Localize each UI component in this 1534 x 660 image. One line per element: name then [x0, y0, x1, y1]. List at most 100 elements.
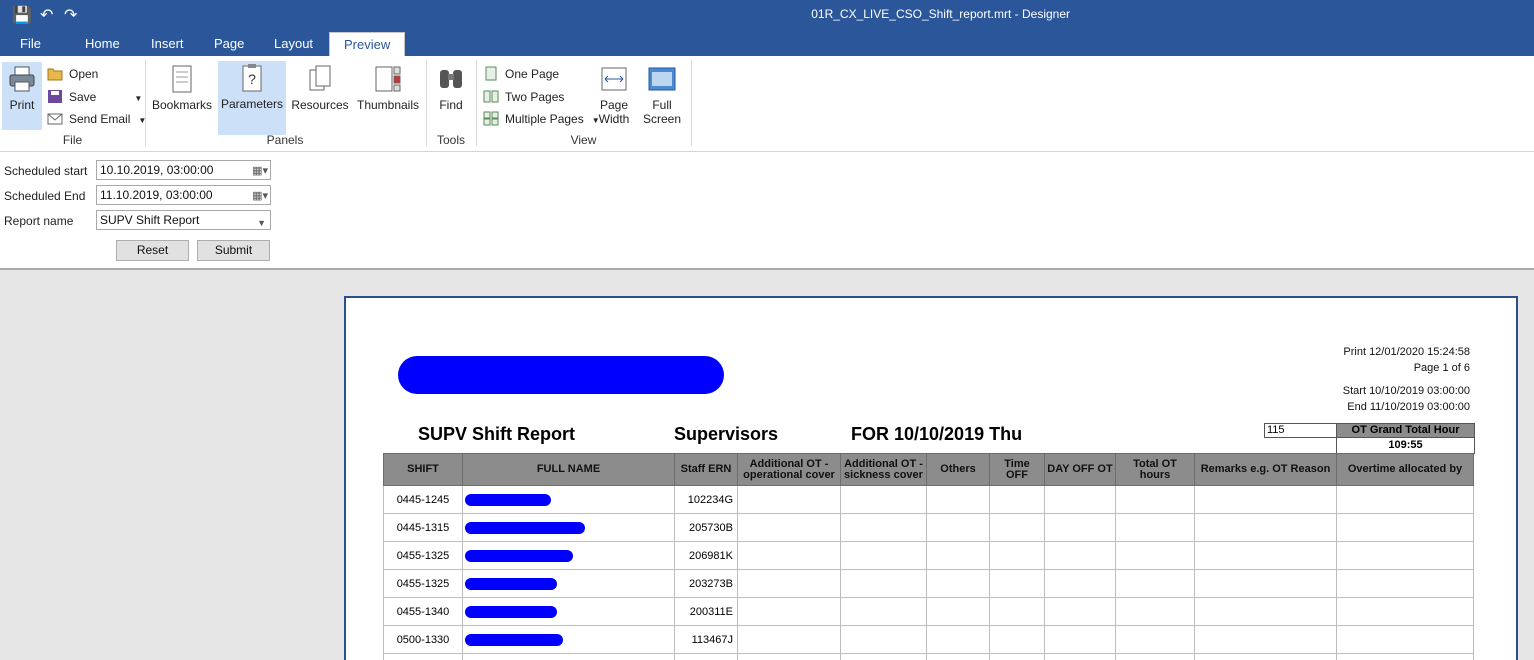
column-header: Additional OT - operational cover: [737, 453, 841, 486]
one-page-button[interactable]: One Page: [483, 64, 559, 84]
report-date: FOR 10/10/2019 Thu: [851, 424, 1023, 444]
redaction-mark: [465, 634, 563, 646]
find-button[interactable]: Find: [432, 62, 470, 130]
page-width-button[interactable]: Page Width: [594, 62, 634, 130]
window-title: 01R_CX_LIVE_CSO_Shift_report.mrt - Desig…: [811, 7, 1070, 21]
thumbnails-button[interactable]: Thumbnails: [356, 62, 420, 130]
scheduled-end-label: Scheduled End: [4, 189, 86, 203]
tab-file[interactable]: File: [6, 32, 55, 56]
end-date: End 11/10/2019 03:00:00: [1347, 401, 1470, 413]
calendar-dropdown-icon[interactable]: ▦▾: [252, 187, 268, 205]
report-name-label: Report name: [4, 214, 74, 228]
group-label-view: View: [570, 133, 597, 147]
send-email-button[interactable]: Send Email ▼: [47, 109, 146, 129]
redaction-mark: [465, 578, 557, 590]
column-header: Time OFF: [989, 453, 1045, 486]
bookmarks-button[interactable]: Bookmarks: [150, 62, 214, 130]
redacted-name-cell: [462, 597, 675, 626]
redaction-mark: [465, 550, 573, 562]
redaction-mark: [465, 606, 557, 618]
submit-button[interactable]: Submit: [197, 240, 270, 261]
save-button[interactable]: Save ▼: [47, 87, 142, 107]
full-screen-button[interactable]: Full Screen: [641, 62, 683, 130]
tab-preview[interactable]: Preview: [329, 32, 406, 57]
folder-open-icon: [47, 68, 63, 81]
resources-button[interactable]: Resources: [290, 62, 350, 130]
two-pages-icon: [483, 90, 499, 103]
shift-cell: 0500-1330: [383, 625, 463, 654]
redaction-mark: [465, 494, 551, 506]
printer-icon: [9, 66, 35, 92]
chevron-down-icon[interactable]: ▼: [134, 94, 142, 103]
calendar-dropdown-icon[interactable]: ▦▾: [252, 162, 268, 180]
group-divider: [691, 60, 692, 146]
print-button[interactable]: Print: [2, 62, 42, 130]
redacted-name-cell: [462, 541, 675, 570]
ern-cell: 102234G: [674, 485, 738, 514]
redacted-name-cell: [462, 625, 675, 654]
ern-cell: 205730B: [674, 513, 738, 542]
shift-cell: 0455-1325: [383, 569, 463, 598]
column-header: FULL NAME: [462, 453, 675, 486]
svg-text:?: ?: [248, 71, 256, 87]
ern-cell: 203273B: [674, 569, 738, 598]
parameters-icon: ?: [242, 64, 262, 92]
scheduled-start-input[interactable]: 10.10.2019, 03:00:00 ▦▾: [96, 160, 271, 180]
redacted-name-cell: [462, 485, 675, 514]
shift-cell: 0445-1245: [383, 485, 463, 514]
table-row: 0455-1340 200311E: [383, 597, 1474, 626]
report-group: Supervisors: [674, 424, 779, 444]
group-label-tools: Tools: [436, 133, 465, 147]
column-header: SHIFT: [383, 453, 463, 486]
title-bar: 💾 ↶ ↷ 01R_CX_LIVE_CSO_Shift_report.mrt -…: [0, 0, 1534, 32]
ern-cell: 113467J: [674, 625, 738, 654]
ribbon: Print Open Save ▼ Send Email ▼ File Bookma…: [0, 56, 1534, 152]
redacted-logo: [398, 356, 724, 394]
report-page: Print 12/01/2020 15:24:58 Page 1 of 6 St…: [344, 296, 1518, 660]
chevron-down-icon[interactable]: ▼: [257, 214, 266, 232]
column-header: Total OT hours: [1115, 453, 1195, 486]
table-row: 0455-1325 203273B: [383, 569, 1474, 598]
report-name-select[interactable]: SUPV Shift Report ▼: [96, 210, 271, 230]
redacted-name-cell: [462, 513, 675, 542]
shift-cell: 0455-1340: [383, 597, 463, 626]
table-header-row: SHIFT FULL NAME Staff ERN Additional OT …: [383, 453, 1474, 486]
open-button[interactable]: Open: [47, 64, 98, 84]
table-row: 0445-1315 205730B: [383, 513, 1474, 542]
group-label-panels: Panels: [266, 133, 304, 147]
ot-grand-total-value: 109:55: [1336, 438, 1475, 454]
tab-page[interactable]: Page: [200, 32, 258, 56]
shift-cell: 0445-1315: [383, 513, 463, 542]
tab-layout[interactable]: Layout: [260, 32, 327, 56]
tab-insert[interactable]: Insert: [137, 32, 198, 56]
bookmarks-icon: [172, 65, 192, 93]
print-timestamp: Print 12/01/2020 15:24:58: [1343, 346, 1470, 358]
redacted-name-cell: [462, 569, 675, 598]
column-header: DAY OFF OT: [1044, 453, 1116, 486]
column-header: Remarks e.g. OT Reason: [1194, 453, 1337, 486]
parameters-panel: Scheduled start 10.10.2019, 03:00:00 ▦▾ …: [0, 152, 1534, 270]
redaction-mark: [465, 522, 585, 534]
column-header: Overtime allocated by: [1336, 453, 1474, 486]
parameters-button[interactable]: ? Parameters: [218, 61, 286, 135]
reset-button[interactable]: Reset: [116, 240, 189, 261]
multiple-pages-button[interactable]: Multiple Pages ▼: [483, 109, 600, 129]
multiple-pages-icon: [483, 111, 499, 126]
full-screen-icon: [648, 67, 676, 91]
ern-cell: 206981K: [674, 541, 738, 570]
two-pages-button[interactable]: Two Pages: [483, 87, 564, 107]
scheduled-start-label: Scheduled start: [4, 164, 88, 178]
page-width-icon: [601, 67, 627, 91]
shift-table: SHIFT FULL NAME Staff ERN Additional OT …: [383, 453, 1474, 660]
scheduled-end-input[interactable]: 11.10.2019, 03:00:00 ▦▾: [96, 185, 271, 205]
column-header: Staff ERN: [674, 453, 738, 486]
shift-cell: 0455-1325: [383, 541, 463, 570]
page-indicator: Page 1 of 6: [1413, 362, 1470, 374]
one-page-icon: [485, 66, 497, 81]
tab-home[interactable]: Home: [71, 32, 134, 56]
binoculars-icon: [440, 70, 462, 88]
ot-count: 115: [1264, 423, 1337, 438]
send-email-icon: [47, 113, 63, 125]
thumbnails-icon: [375, 66, 401, 92]
ern-cell: 200311E: [674, 597, 738, 626]
